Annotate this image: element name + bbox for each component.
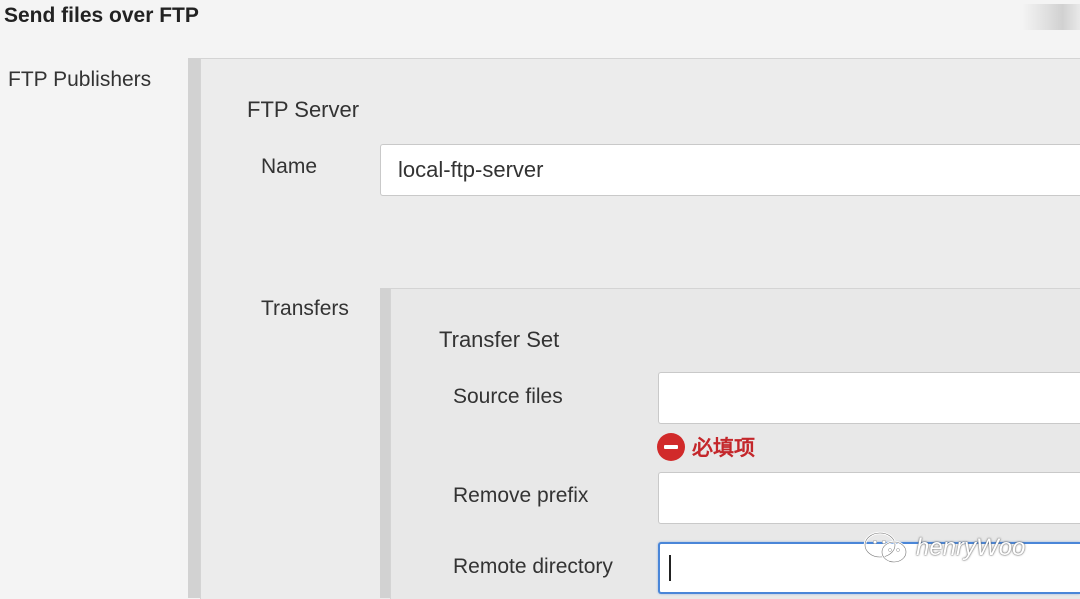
error-icon (657, 433, 685, 461)
transfer-set-heading: Transfer Set (439, 327, 560, 352)
remote-directory-label: Remote directory (453, 555, 613, 578)
section-title: Send files over FTP (4, 4, 199, 27)
name-label: Name (261, 155, 318, 178)
text-caret (669, 555, 671, 581)
ftp-publishers-panel-bar (188, 58, 200, 598)
source-files-input[interactable] (658, 372, 1080, 424)
ftp-publishers-label: FTP Publishers (8, 68, 152, 91)
watermark-text: henryWoo (916, 534, 1026, 561)
wechat-icon (863, 531, 908, 564)
source-files-label: Source files (453, 385, 563, 408)
ftp-server-name-field[interactable]: local-ftp-server (380, 144, 1080, 196)
remove-prefix-input[interactable] (658, 472, 1080, 524)
required-error: 必填项 (657, 432, 755, 462)
required-error-text: 必填项 (692, 436, 755, 460)
cropped-control-thumbnail (1022, 4, 1080, 30)
watermark: henryWoo (862, 528, 1025, 568)
transfers-panel-bar (380, 288, 390, 598)
remove-prefix-label: Remove prefix (453, 484, 589, 507)
ftp-server-heading: FTP Server (247, 97, 360, 122)
transfers-label: Transfers (261, 297, 349, 320)
